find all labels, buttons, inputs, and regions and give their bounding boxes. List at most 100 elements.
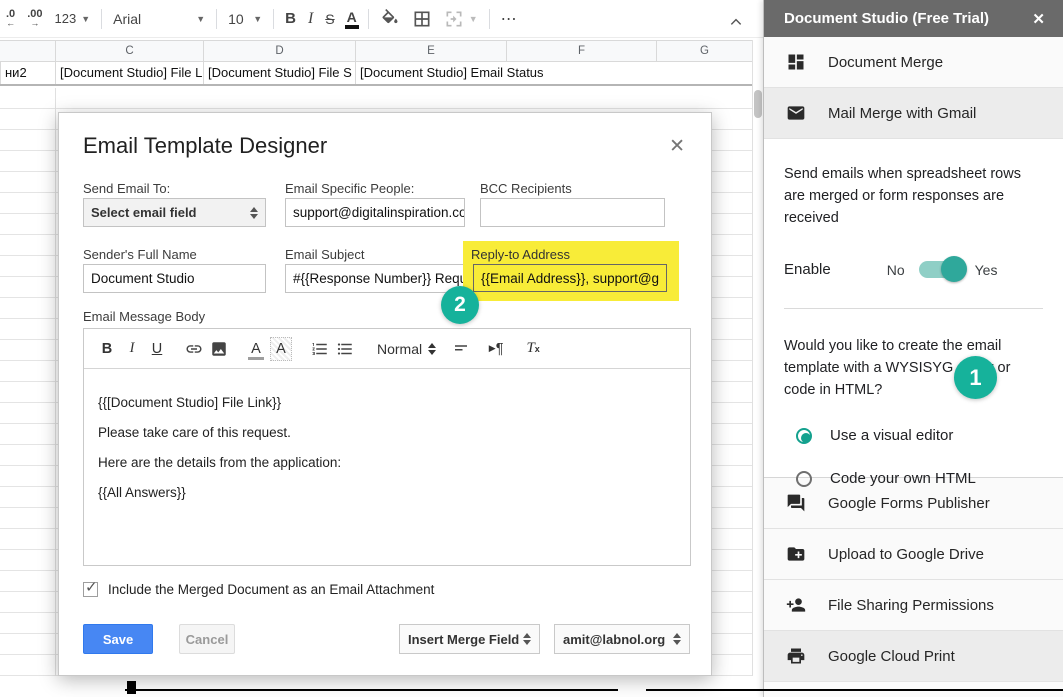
sidebar-item-upload-drive[interactable]: Upload to Google Drive (764, 529, 1063, 580)
sidebar-item-sharing-permissions[interactable]: File Sharing Permissions (764, 580, 1063, 631)
increase-decimal-button[interactable]: .00→ (21, 6, 48, 32)
radio-unselected-icon (796, 471, 812, 487)
progress-marker (127, 681, 136, 694)
vertical-scrollbar[interactable] (754, 90, 762, 118)
arrow-left-icon: ← (6, 19, 15, 28)
close-icon[interactable]: ✕ (669, 135, 685, 158)
progress-bar-segment (125, 689, 618, 691)
bullet-list-button[interactable] (334, 337, 356, 361)
decrease-decimal-button[interactable]: .0← (0, 6, 21, 32)
toolbar-divider (101, 9, 102, 29)
send-to-dropdown[interactable]: Select email field (83, 198, 266, 227)
editor-content[interactable]: {{[Document Studio] File Link}} Please t… (84, 369, 690, 501)
insert-image-button[interactable] (208, 337, 230, 361)
text-color-button[interactable]: A (245, 337, 267, 361)
toolbar-divider (368, 9, 369, 29)
cell-e1[interactable]: [Document Studio] Email Status (355, 62, 752, 84)
fill-color-button[interactable] (374, 6, 406, 32)
sender-email-dropdown[interactable]: amit@labnol.org (554, 624, 690, 654)
dialog-title: Email Template Designer (83, 133, 327, 159)
toolbar-divider (273, 9, 274, 29)
select-arrows-icon (523, 633, 531, 645)
toggle-yes-label: Yes (975, 262, 998, 278)
more-formats-button[interactable]: 123▼ (48, 6, 96, 32)
sidebar-header: Document Studio (Free Trial) ✕ (764, 0, 1063, 37)
caret-down-icon: ▼ (253, 14, 262, 24)
line-spacing-button[interactable] (450, 337, 472, 361)
subject-input[interactable]: #{{Response Number}} Reque (285, 264, 465, 293)
collapse-toolbar-button[interactable] (723, 9, 749, 35)
close-icon[interactable]: ✕ (1032, 10, 1045, 28)
specific-people-input[interactable]: support@digitalinspiration.com (285, 198, 465, 227)
enable-toggle[interactable] (919, 261, 961, 278)
radio-visual-editor[interactable]: Use a visual editor (796, 427, 1043, 444)
sidebar-item-mail-merge[interactable]: Mail Merge with Gmail (764, 88, 1063, 139)
attachment-option-row: ✓ Include the Merged Document as an Emai… (83, 582, 434, 597)
italic-icon: I (308, 10, 313, 28)
select-arrows-icon (250, 207, 258, 219)
caret-down-icon: ▼ (196, 14, 205, 24)
borders-icon (412, 9, 432, 29)
text-color-button[interactable]: A (341, 6, 363, 32)
sidebar-item-label: Upload to Google Drive (828, 546, 984, 563)
bullet-list-icon (336, 340, 354, 358)
font-size-dropdown[interactable]: 10▼ (222, 6, 268, 32)
bold-button[interactable]: B (96, 337, 118, 361)
forum-icon (786, 493, 806, 513)
attachment-checkbox[interactable]: ✓ (83, 582, 98, 597)
column-header-c[interactable]: C (55, 41, 203, 61)
subject-label: Email Subject (285, 247, 364, 262)
insert-link-button[interactable] (183, 337, 205, 361)
borders-button[interactable] (406, 6, 438, 32)
background-color-button[interactable]: A (270, 337, 292, 361)
bcc-input[interactable] (480, 198, 665, 227)
select-arrows-icon[interactable] (428, 343, 436, 355)
bold-button[interactable]: B (279, 6, 302, 32)
font-family-dropdown[interactable]: Arial▼ (107, 6, 211, 32)
text-color-icon: A (347, 9, 357, 28)
divider (784, 308, 1043, 309)
specific-people-label: Email Specific People: (285, 181, 414, 196)
strikethrough-button[interactable]: S (319, 6, 340, 32)
chevron-up-icon (729, 15, 743, 29)
more-options-button[interactable]: ⋯ (495, 6, 524, 32)
printer-icon (786, 646, 806, 666)
column-header-e[interactable]: E (355, 41, 506, 61)
cell-d1[interactable]: [Document Studio] File S (203, 62, 355, 84)
column-header-f[interactable]: F (506, 41, 656, 61)
cell-c1[interactable]: [Document Studio] File L (55, 62, 203, 84)
grid-column-line (55, 88, 56, 676)
paragraph-style-dropdown[interactable]: Normal (377, 341, 422, 357)
merge-cells-button[interactable]: ▼ (438, 6, 484, 32)
column-header-d[interactable]: D (203, 41, 355, 61)
person-add-icon (786, 595, 806, 615)
replyto-input[interactable]: {{Email Address}}, support@g (473, 264, 667, 292)
paragraph-direction-button[interactable]: ▶¶ (485, 337, 507, 361)
email-template-designer-dialog: Email Template Designer ✕ Send Email To:… (58, 112, 712, 676)
grid-column-line (752, 40, 753, 676)
italic-button[interactable]: I (302, 6, 319, 32)
send-to-label: Send Email To: (83, 181, 170, 196)
sidebar-item-label: Document Merge (828, 54, 943, 71)
toggle-no-label: No (887, 262, 905, 278)
cancel-button[interactable]: Cancel (179, 624, 235, 654)
save-button[interactable]: Save (83, 624, 153, 654)
line-spacing-icon (452, 340, 470, 358)
italic-button[interactable]: I (121, 337, 143, 361)
insert-merge-field-dropdown[interactable]: Insert Merge Field (399, 624, 540, 654)
sidebar-item-cloud-print[interactable]: Google Cloud Print (764, 631, 1063, 682)
sidebar-title: Document Studio (Free Trial) (784, 10, 989, 27)
numbered-list-button[interactable] (309, 337, 331, 361)
column-header-g[interactable]: G (656, 41, 752, 61)
underline-button[interactable]: U (146, 337, 168, 361)
clear-formatting-button[interactable]: Tx (522, 337, 544, 361)
sidebar-item-document-merge[interactable]: Document Merge (764, 37, 1063, 88)
arrow-right-icon: → (30, 19, 39, 28)
sidebar-item-label: Google Forms Publisher (828, 495, 990, 512)
envelope-icon (786, 103, 806, 123)
cell-b1[interactable]: ни2 (0, 62, 55, 84)
editor-question: Would you like to create the email templ… (784, 335, 1043, 401)
sender-name-input[interactable]: Document Studio (83, 264, 266, 293)
triangle-right-icon: ▶ (489, 343, 496, 354)
sidebar-item-label: Google Cloud Print (828, 648, 955, 665)
